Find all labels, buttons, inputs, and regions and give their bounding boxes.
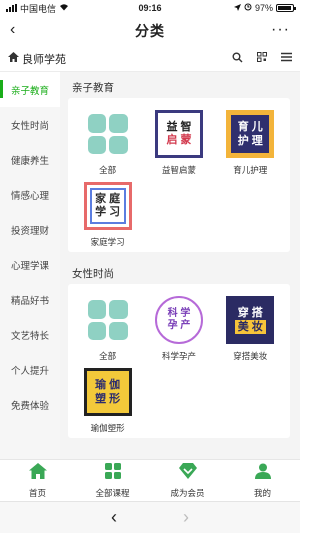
user-icon [254,463,271,484]
page-title: 分类 [135,23,165,39]
grid-icon [84,296,132,344]
sidebar-item-emotion[interactable]: 情感心理 [0,177,60,212]
sidebar-item-free-trial[interactable]: 免费体验 [0,387,60,422]
battery-icon [276,4,296,12]
tab-membership[interactable]: 成为会员 [150,460,225,501]
category-thumbnail: 益 智 启 蒙 [154,110,203,158]
category-item-label: 育儿护理 [233,165,268,175]
alarm-icon [244,3,252,13]
more-button[interactable]: ··· [271,21,290,39]
category-card: 全部 科 学 孕 产 科学孕产 穿 搭 美 妆 穿搭美妆 瑜 伽 塑 形 瑜伽塑… [68,284,290,438]
sidebar-item-arts[interactable]: 文艺特长 [0,317,60,352]
battery-percent: 97% [254,3,273,13]
nav-bar: 良师学苑 [0,46,300,72]
search-icon[interactable] [232,52,243,66]
status-time: 09:16 [138,3,162,13]
title-bar: ‹ 分类 ··· [0,16,300,46]
bottom-tab-bar: 首页 全部课程 成为会员 我的 [0,459,300,501]
category-item-label: 科学孕产 [161,351,196,361]
category-thumbnail: 瑜 伽 塑 形 [83,368,132,416]
tab-all-courses[interactable]: 全部课程 [75,460,150,501]
category-sidebar: 亲子教育 女性时尚 健康养生 情感心理 投资理财 心理学课 精品好书 文艺特长 … [0,72,60,459]
category-item-label: 瑜伽塑形 [90,423,125,433]
category-item-label: 全部 [99,351,117,361]
sidebar-item-psychology[interactable]: 心理学课 [0,247,60,282]
wifi-icon [59,3,69,13]
category-content: 亲子教育 全部 益 智 启 蒙 益智启蒙 育 儿 护 理 育儿护理 家 庭 学 … [60,72,300,459]
sidebar-item-finance[interactable]: 投资理财 [0,212,60,247]
section-title: 女性时尚 [72,268,114,280]
vip-diamond-icon [178,462,197,484]
list-icon[interactable] [281,52,292,65]
status-bar: 中国电信 09:16 97% [0,0,300,16]
sidebar-item-women-fashion[interactable]: 女性时尚 [0,107,60,142]
location-icon [233,3,241,13]
category-item-puzzle-enlightenment[interactable]: 益 智 启 蒙 益智启蒙 [143,104,214,176]
category-thumbnail: 穿 搭 美 妆 [226,296,275,344]
signal-icon [6,4,17,12]
category-item-childcare[interactable]: 育 儿 护 理 育儿护理 [215,104,286,176]
browser-back-button[interactable]: ‹ [111,507,117,528]
category-thumbnail: 科 学 孕 产 [154,296,203,344]
home-icon [28,462,47,484]
tab-mine[interactable]: 我的 [225,460,300,501]
qrcode-icon[interactable] [257,52,267,65]
browser-forward-button[interactable]: › [183,507,189,528]
tab-home[interactable]: 首页 [0,460,75,501]
category-thumbnail: 育 儿 护 理 [226,110,275,158]
carrier-label: 中国电信 [20,3,57,14]
grid-icon [84,110,132,158]
sidebar-item-self-improvement[interactable]: 个人提升 [0,352,60,387]
category-item-pregnancy[interactable]: 科 学 孕 产 科学孕产 [143,290,214,362]
courses-grid-icon [104,462,121,484]
category-item-label: 益智启蒙 [161,165,196,175]
sidebar-item-books[interactable]: 精品好书 [0,282,60,317]
back-button[interactable]: ‹ [10,21,15,39]
category-item-all[interactable]: 全部 [72,104,143,176]
sidebar-item-parenting[interactable]: 亲子教育 [0,72,60,107]
sidebar-item-health[interactable]: 健康养生 [0,142,60,177]
category-thumbnail: 家 庭 学 习 [83,182,132,230]
category-item-label: 家庭学习 [90,237,125,247]
brand-name[interactable]: 良师学苑 [22,51,232,67]
category-item-family-learning[interactable]: 家 庭 学 习 家庭学习 [72,176,143,248]
category-item-style-beauty[interactable]: 穿 搭 美 妆 穿搭美妆 [215,290,286,362]
category-item-label: 穿搭美妆 [233,351,268,361]
category-item-yoga[interactable]: 瑜 伽 塑 形 瑜伽塑形 [72,362,143,434]
home-icon[interactable] [8,52,19,65]
category-item-all[interactable]: 全部 [72,290,143,362]
browser-nav-bar: ‹ › [0,501,300,533]
category-item-label: 全部 [99,165,117,175]
category-card: 全部 益 智 启 蒙 益智启蒙 育 儿 护 理 育儿护理 家 庭 学 习 家庭学… [68,98,290,252]
section-title: 亲子教育 [72,82,114,94]
